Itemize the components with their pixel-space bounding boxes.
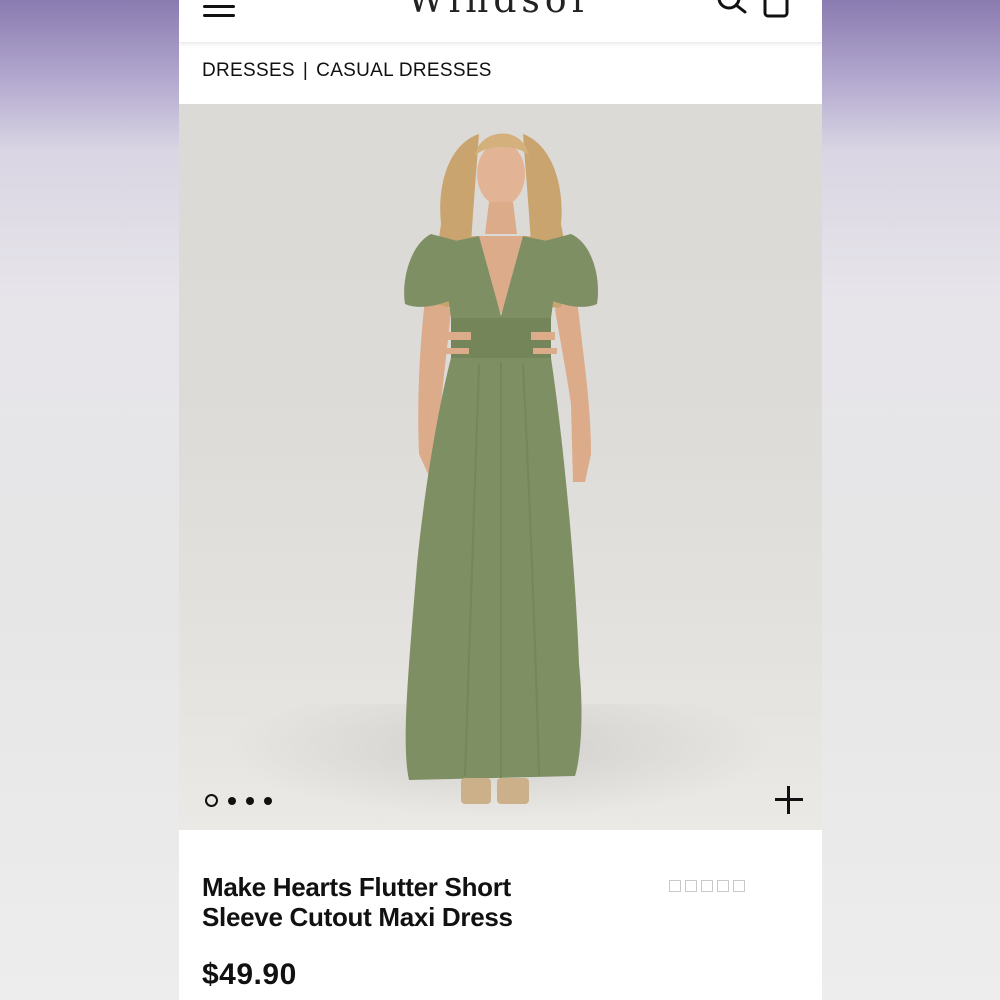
- rating-star-icon: [717, 880, 729, 892]
- carousel-dot-1[interactable]: [205, 794, 218, 807]
- breadcrumb: DRESSES | CASUAL DRESSES: [202, 60, 492, 82]
- product-photo-model-in-dress: [404, 133, 598, 804]
- carousel-dot-2[interactable]: [228, 796, 236, 805]
- search-icon[interactable]: [715, 0, 749, 20]
- rating-star-icon: [733, 880, 745, 892]
- rating-stars[interactable]: [669, 880, 745, 892]
- breadcrumb-separator: |: [302, 60, 309, 81]
- rating-star-icon: [685, 880, 697, 892]
- top-nav-bar: Windsor: [179, 0, 822, 43]
- carousel-dot-4[interactable]: [264, 796, 272, 805]
- product-info: Make Hearts Flutter Short Sleeve Cutout …: [179, 830, 822, 1000]
- carousel-dot-3[interactable]: [246, 796, 254, 805]
- product-image-gallery[interactable]: [179, 104, 822, 830]
- carousel-dots: [205, 794, 272, 807]
- breadcrumb-casual-dresses[interactable]: CASUAL DRESSES: [316, 60, 492, 82]
- rating-star-icon: [701, 880, 713, 892]
- product-page: Windsor DRESSES | CASUAL DRESSES Make He…: [179, 0, 822, 1000]
- product-price: $49.90: [202, 958, 297, 991]
- product-title: Make Hearts Flutter Short Sleeve Cutout …: [202, 872, 513, 932]
- rating-star-icon: [669, 880, 681, 892]
- shopping-bag-icon[interactable]: [759, 0, 793, 20]
- breadcrumb-dresses[interactable]: DRESSES: [202, 60, 295, 82]
- zoom-plus-icon[interactable]: [775, 786, 803, 814]
